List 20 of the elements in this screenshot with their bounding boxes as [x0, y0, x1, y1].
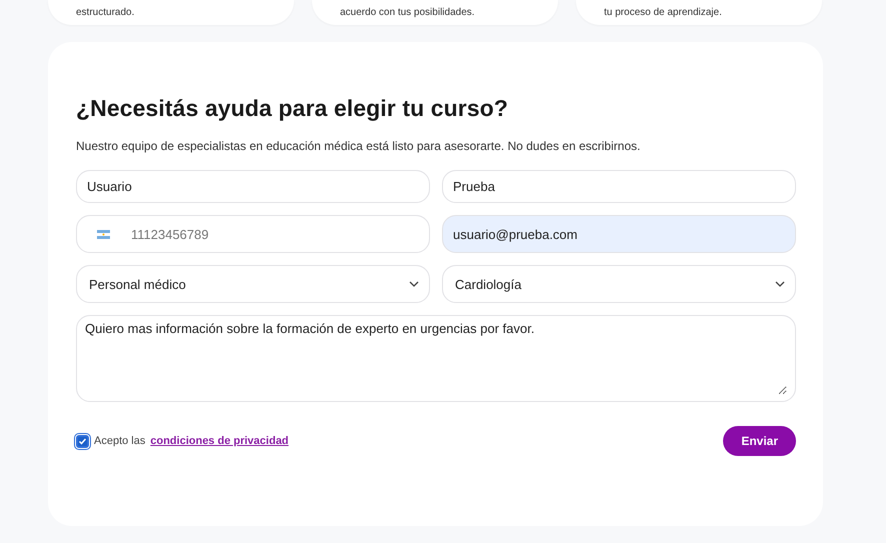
email-field[interactable]: usuario@prueba.com: [442, 215, 796, 253]
consent-checkbox[interactable]: [76, 434, 89, 448]
flag-icon: [97, 230, 110, 239]
form-title: ¿Necesitás ayuda para elegir tu curso?: [76, 94, 510, 123]
last-name-field[interactable]: Prueba: [442, 170, 796, 203]
submit-button[interactable]: Enviar: [723, 426, 796, 456]
consent-label: Acepto las: [94, 435, 146, 447]
privacy-link[interactable]: condiciones de privacidad: [150, 435, 289, 447]
card-text: acuerdo con tus posibilidades.: [340, 7, 475, 18]
card-text: tu proceso de aprendizaje.: [604, 7, 722, 18]
specialty-select[interactable]: Cardiología: [442, 265, 796, 303]
card-text: estructurado.: [76, 7, 134, 18]
first-name-field[interactable]: Usuario: [76, 170, 430, 203]
check-icon: [78, 436, 87, 446]
message-field[interactable]: Quiero mas información sobre la formación de experto en urgencias por favor.: [76, 315, 796, 402]
chevron-down-icon: [409, 281, 419, 287]
form-description: Nuestro equipo de especialistas en educación médica está listo para asesorarte. No dudes en escribirnos.: [76, 138, 642, 154]
profession-select[interactable]: Personal médico: [76, 265, 430, 303]
phone-field[interactable]: 11123456789: [76, 215, 430, 253]
chevron-down-icon: [775, 281, 785, 287]
